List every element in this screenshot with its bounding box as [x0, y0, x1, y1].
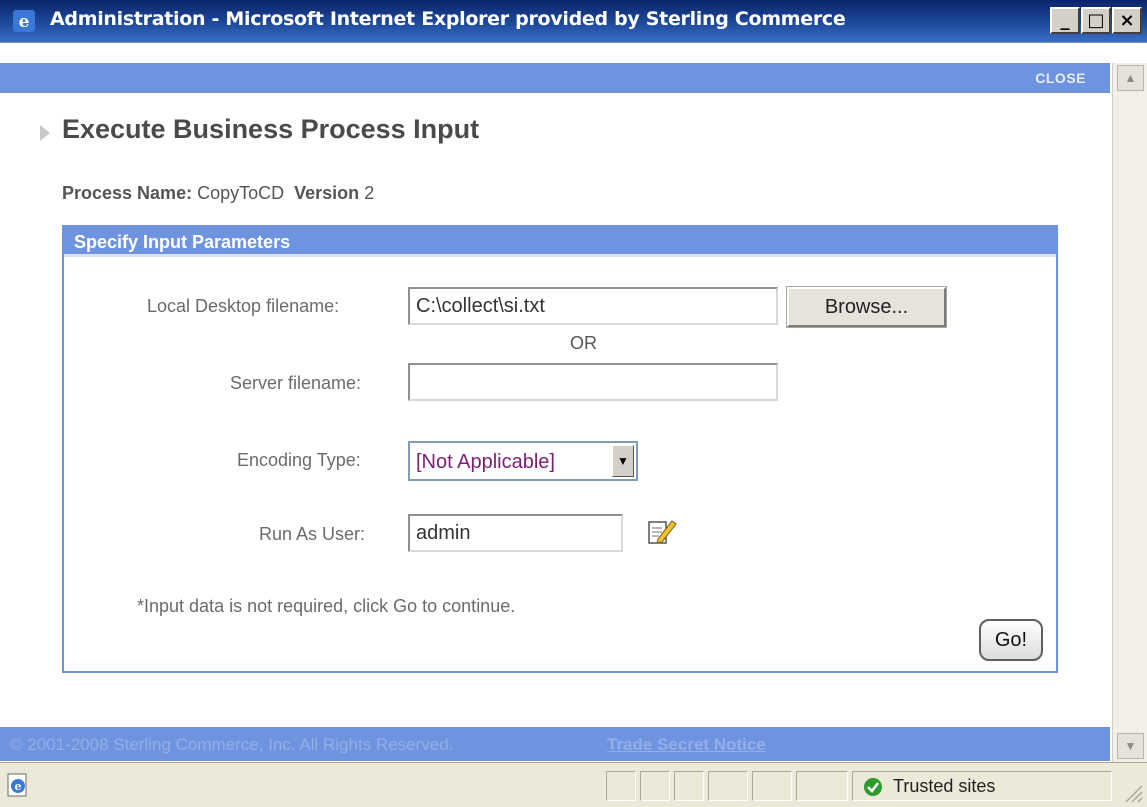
vertical-scrollbar[interactable]: ▲ ▼	[1112, 63, 1147, 776]
window-titlebar: e Administration - Microsoft Internet Ex…	[0, 0, 1147, 43]
header-bar: CLOSE	[0, 63, 1110, 93]
ie-page-icon: e	[7, 773, 27, 797]
browse-button[interactable]: Browse...	[787, 287, 946, 327]
local-file-input[interactable]: C:\collect\si.txt	[408, 287, 778, 325]
or-label: OR	[570, 333, 597, 353]
copyright-text: © 2001-2008 Sterling Commerce, Inc. All …	[10, 735, 454, 754]
trade-secret-link[interactable]: Trade Secret Notice	[607, 735, 766, 755]
status-cell	[640, 771, 670, 801]
chevron-down-icon[interactable]: ▼	[612, 445, 634, 477]
encoding-type-select[interactable]: [Not Applicable] ▼	[408, 441, 638, 481]
encoding-type-label: Encoding Type:	[237, 450, 361, 470]
process-name-label: Process Name:	[62, 183, 193, 203]
server-file-label: Server filename:	[230, 373, 362, 393]
ie-icon: e	[13, 10, 35, 32]
security-zone-label: Trusted sites	[893, 776, 996, 796]
version-value: 2	[364, 183, 375, 203]
input-note: *Input data is not required, click Go to…	[137, 596, 516, 616]
security-zone[interactable]: Trusted sites	[852, 771, 1112, 801]
check-icon	[864, 778, 882, 796]
status-cell	[796, 771, 848, 801]
page-footer: © 2001-2008 Sterling Commerce, Inc. All …	[0, 727, 1110, 761]
scroll-down-arrow[interactable]: ▼	[1117, 733, 1144, 759]
server-file-input[interactable]	[408, 363, 778, 401]
svg-text:e: e	[15, 780, 22, 793]
process-name-value: CopyToCD	[197, 183, 285, 203]
encoding-type-value: [Not Applicable]	[416, 451, 555, 473]
go-button[interactable]: Go!	[979, 619, 1043, 661]
status-bar: e Trusted sites	[0, 762, 1147, 807]
arrow-right-icon	[40, 125, 50, 141]
process-info: Process Name: CopyToCD Version 2	[62, 183, 374, 204]
scroll-up-arrow[interactable]: ▲	[1117, 65, 1144, 91]
window-title: Administration - Microsoft Internet Expl…	[50, 8, 846, 30]
run-as-user-input[interactable]: admin	[408, 514, 623, 552]
panel-header: Specify Input Parameters	[64, 227, 1056, 257]
svg-text:e: e	[19, 12, 30, 32]
run-as-user-label: Run As User:	[259, 524, 366, 544]
page-title: Execute Business Process Input	[62, 114, 480, 144]
status-cell	[752, 771, 792, 801]
edit-icon[interactable]	[643, 515, 679, 549]
minimize-button[interactable]: _	[1050, 7, 1080, 34]
version-label: Version	[294, 183, 360, 203]
maximize-button[interactable]: □	[1081, 7, 1111, 34]
local-file-label: Local Desktop filename:	[147, 296, 340, 316]
close-link[interactable]: CLOSE	[1035, 70, 1086, 86]
status-cell	[674, 771, 704, 801]
resize-grip-icon[interactable]	[1120, 780, 1144, 804]
status-cell	[708, 771, 748, 801]
status-cell	[606, 771, 636, 801]
window-close-button[interactable]: ×	[1112, 7, 1142, 34]
